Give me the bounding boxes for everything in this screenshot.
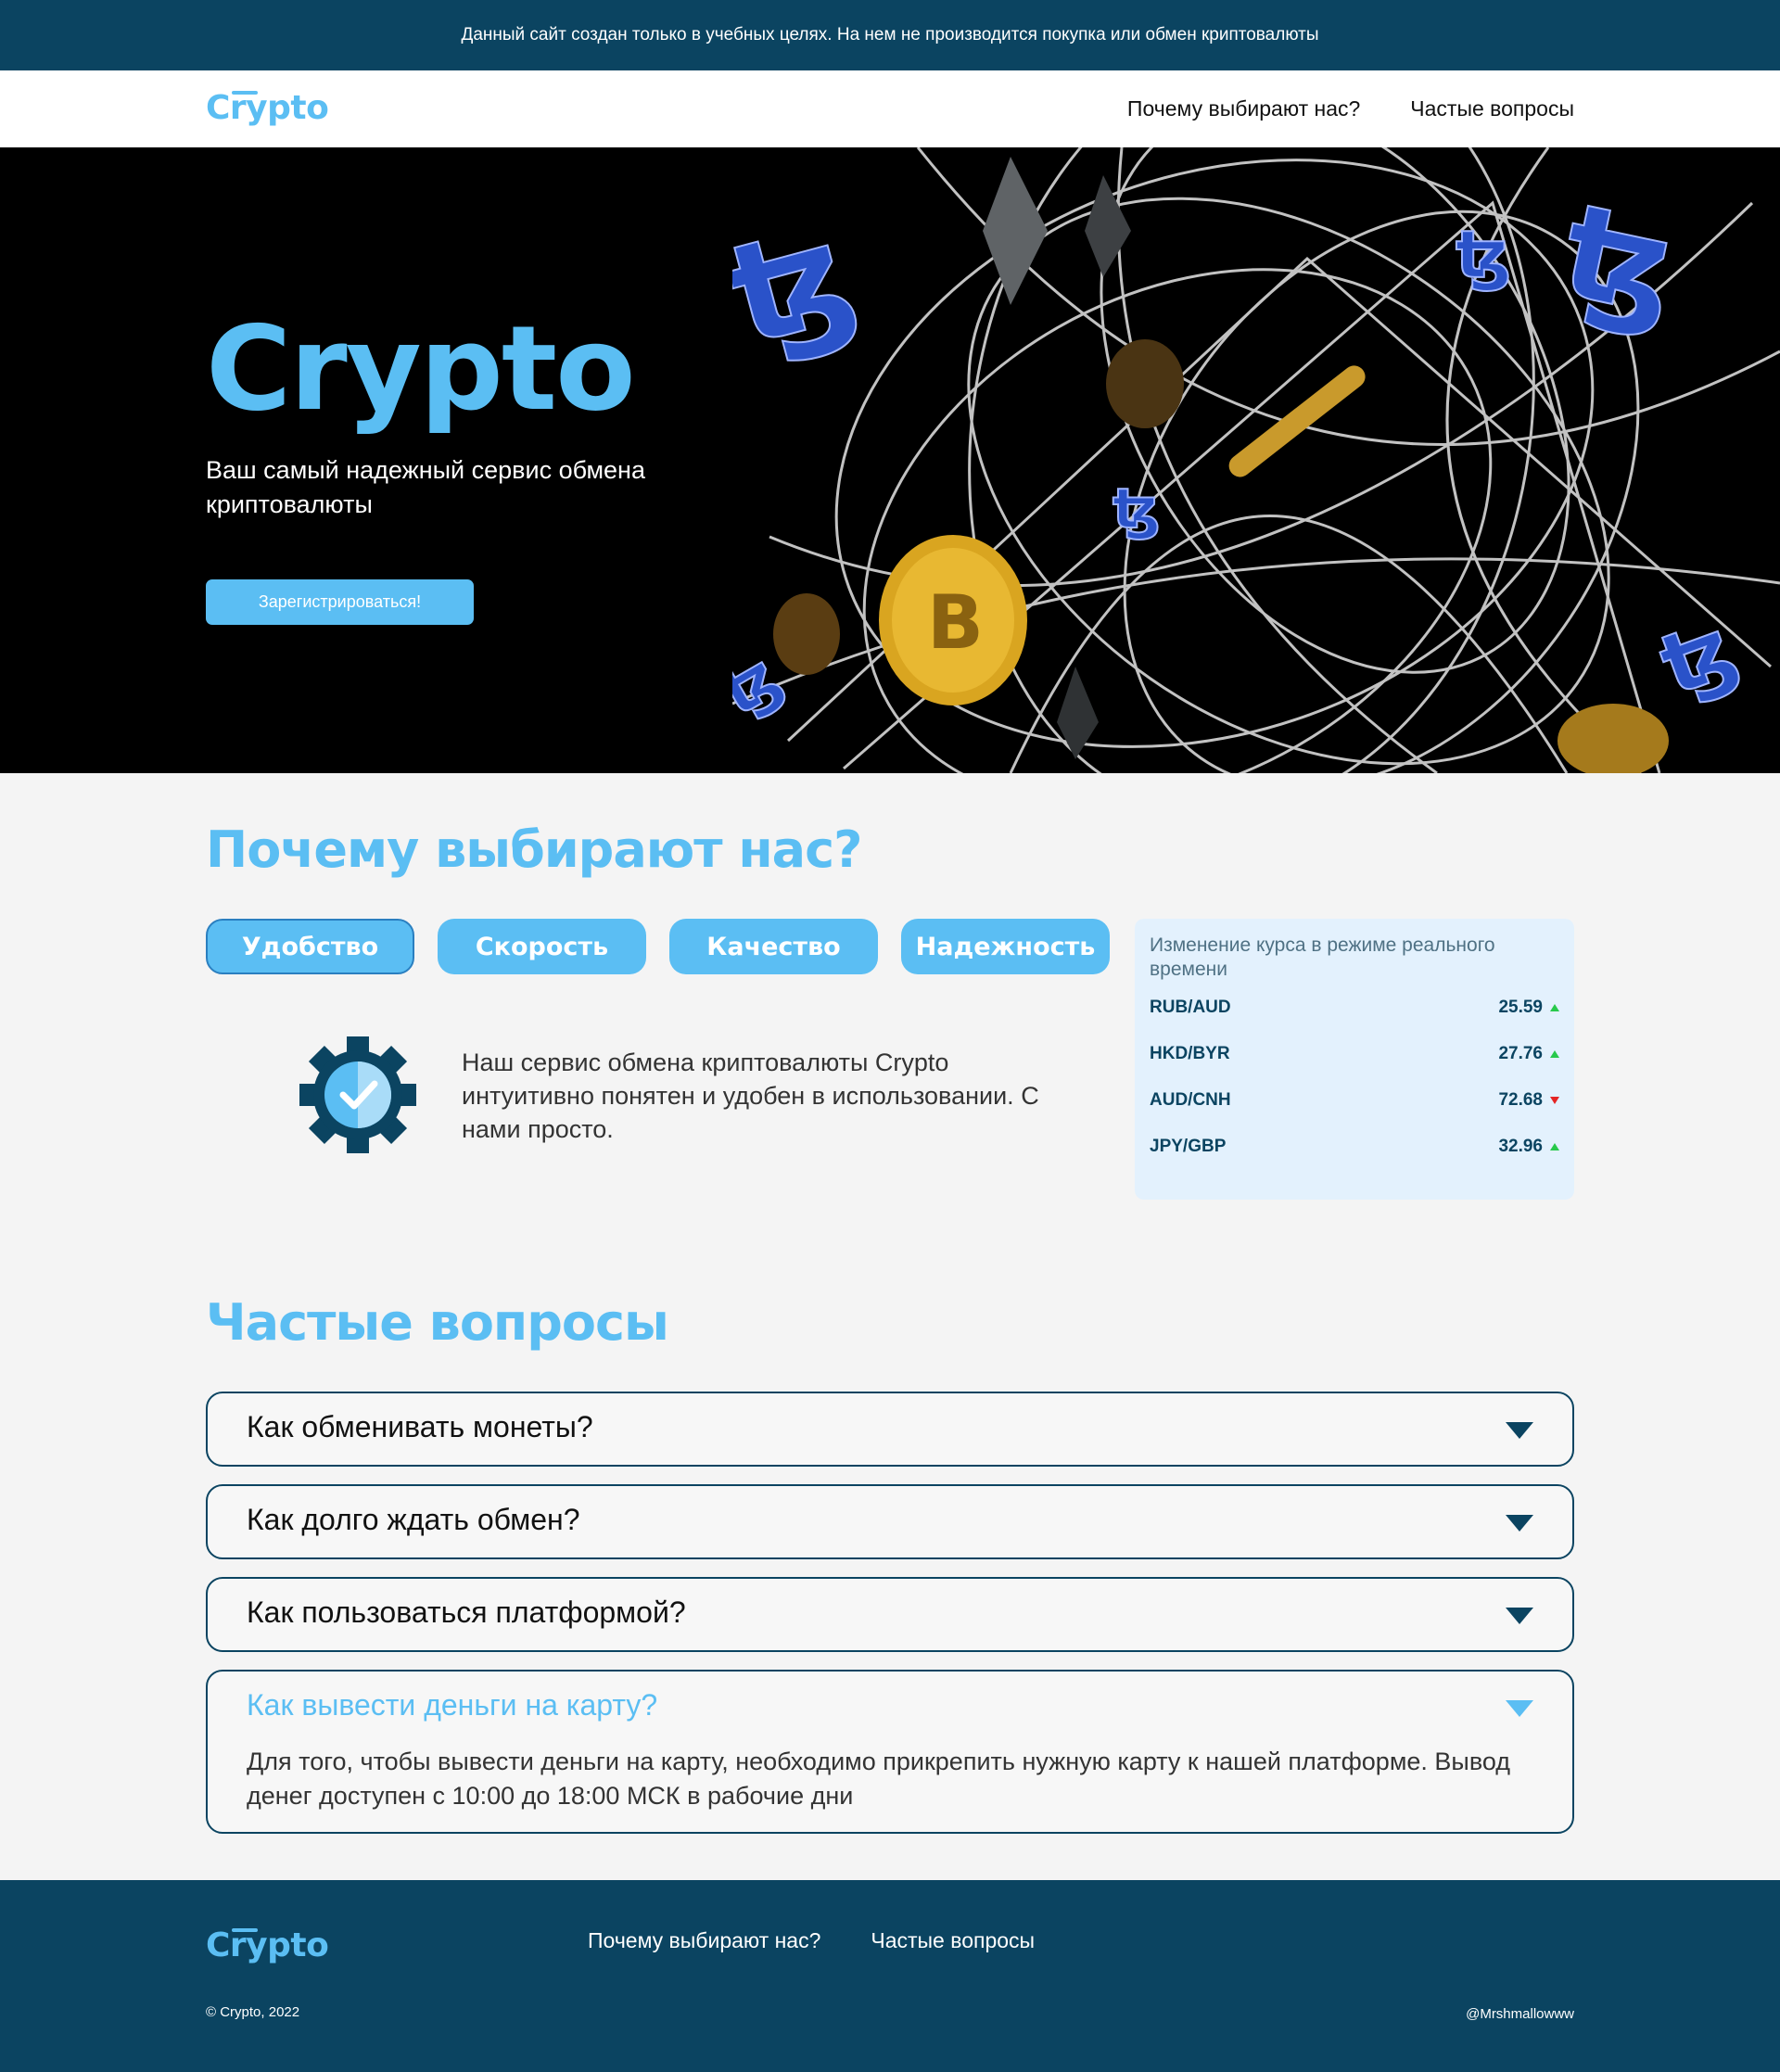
rate-value: 32.96 — [1498, 1137, 1543, 1156]
rate-pair: AUD/CNH — [1150, 1090, 1231, 1110]
rate-value: 25.59 — [1498, 998, 1543, 1017]
feature-description: Наш сервис обмена криптовалюты Crypto ин… — [462, 1049, 1039, 1143]
copyright: © Crypto, 2022 — [206, 2004, 300, 2020]
rate-row: JPY/GBP 32.96 — [1150, 1135, 1559, 1159]
rate-pair: HKD/BYR — [1150, 1044, 1230, 1063]
faq-section-title: Частые вопросы — [206, 1293, 669, 1352]
faq-item[interactable]: Как долго ждать обмен? — [206, 1484, 1574, 1559]
logo-accent-bar — [232, 1928, 258, 1932]
tab-reliability[interactable]: Надежность — [901, 919, 1110, 974]
chevron-down-icon[interactable] — [1506, 1515, 1533, 1532]
disclaimer-text: Данный сайт создан только в учебных целя… — [461, 25, 1319, 44]
rate-pair: RUB/AUD — [1150, 998, 1231, 1017]
footer-links: Почему выбирают нас? Частые вопросы — [588, 1928, 1035, 1953]
gear-check-icon — [299, 1036, 416, 1153]
svg-text:ꜩ: ꜩ — [1112, 477, 1160, 541]
rate-row: HKD/BYR 27.76 — [1150, 1042, 1559, 1066]
faq-question: Как обменивать монеты? — [247, 1410, 593, 1443]
chevron-down-icon[interactable] — [1506, 1422, 1533, 1439]
rate-value: 27.76 — [1498, 1044, 1543, 1063]
logo-accent-bar — [232, 91, 258, 95]
rates-title: Изменение курса в режиме реального време… — [1150, 934, 1495, 980]
tab-speed[interactable]: Скорость — [438, 919, 646, 974]
crypto-coins-illustration: B ꜩ ꜩ ꜩ ꜩ ꜩ ꜩ — [732, 147, 1780, 773]
logo-text: Crypto — [206, 89, 329, 127]
rate-row: RUB/AUD 25.59 — [1150, 996, 1559, 1020]
trend-up-icon — [1550, 1050, 1559, 1058]
hero-title: Crypto — [206, 300, 636, 437]
faq-question: Как вывести деньги на карту? — [247, 1688, 658, 1722]
footer-logo[interactable]: Crypto — [206, 1926, 329, 1964]
chevron-down-icon[interactable] — [1506, 1700, 1533, 1717]
footer: Crypto Почему выбирают нас? Частые вопро… — [0, 1880, 1780, 2072]
faq-answer: Для того, чтобы вывести деньги на карту,… — [247, 1748, 1511, 1810]
disclaimer-bar: Данный сайт создан только в учебных целя… — [0, 0, 1780, 70]
footer-link-why[interactable]: Почему выбирают нас? — [588, 1928, 820, 1953]
rate-pair: JPY/GBP — [1150, 1137, 1227, 1156]
top-navbar: Crypto Почему выбирают нас? Частые вопро… — [0, 70, 1780, 147]
chevron-down-icon[interactable] — [1506, 1608, 1533, 1624]
logo-text: Crypto — [206, 1926, 329, 1964]
nav-link-faq[interactable]: Частые вопросы — [1410, 96, 1574, 121]
svg-text:B: B — [927, 579, 984, 666]
trend-down-icon — [1550, 1097, 1559, 1104]
header-logo[interactable]: Crypto — [206, 89, 329, 127]
svg-text:ꜩ: ꜩ — [732, 191, 871, 377]
register-button[interactable]: Зарегистрироваться! — [206, 579, 474, 625]
tab-convenience[interactable]: Удобство — [206, 919, 414, 974]
hero-section: B ꜩ ꜩ ꜩ ꜩ ꜩ ꜩ Crypto Ваш самый надежный … — [0, 147, 1780, 773]
tab-quality[interactable]: Качество — [669, 919, 878, 974]
faq-item[interactable]: Как обменивать монеты? — [206, 1392, 1574, 1467]
faq-item[interactable]: Как пользоваться платформой? — [206, 1577, 1574, 1652]
trend-up-icon — [1550, 1004, 1559, 1011]
rate-value: 72.68 — [1498, 1090, 1543, 1110]
svg-text:ꜩ: ꜩ — [1550, 175, 1690, 346]
trend-up-icon — [1550, 1143, 1559, 1150]
faq-question: Как долго ждать обмен? — [247, 1503, 580, 1536]
svg-text:ꜩ: ꜩ — [1456, 217, 1511, 293]
why-section-title: Почему выбирают нас? — [206, 820, 862, 879]
nav-links: Почему выбирают нас? Частые вопросы — [1127, 70, 1574, 147]
author-handle[interactable]: @Mrshmallowww — [1466, 2006, 1574, 2022]
faq-item-expanded[interactable]: Как вывести деньги на карту? Для того, ч… — [206, 1670, 1574, 1834]
footer-link-faq[interactable]: Частые вопросы — [871, 1928, 1035, 1953]
hero-subtitle: Ваш самый надежный сервис обмена криптов… — [206, 456, 645, 518]
svg-text:ꜩ: ꜩ — [1648, 599, 1748, 715]
nav-link-why[interactable]: Почему выбирают нас? — [1127, 96, 1360, 121]
exchange-rates-widget: Изменение курса в режиме реального време… — [1135, 919, 1574, 1200]
faq-question: Как пользоваться платформой? — [247, 1595, 686, 1629]
rate-row: AUD/CNH 72.68 — [1150, 1088, 1559, 1112]
